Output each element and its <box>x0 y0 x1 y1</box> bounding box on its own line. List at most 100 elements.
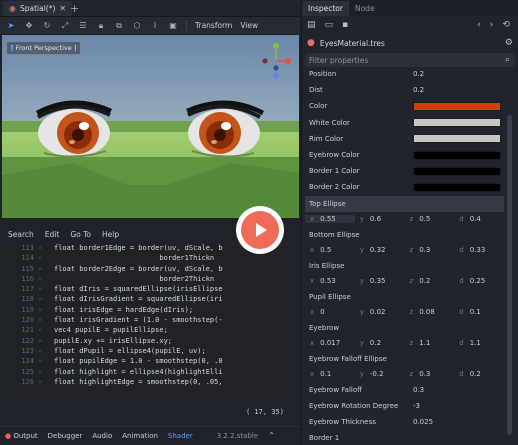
move-tool-icon[interactable]: ✥ <box>24 21 34 31</box>
property-value[interactable]: 0.2 <box>409 70 504 78</box>
open-folder-icon[interactable]: ▭ <box>325 21 334 30</box>
code-line[interactable]: 124 » float pupilEdge = 1.0 - smoothstep(0… <box>4 356 298 366</box>
vector-component-z[interactable]: z 0.2 <box>405 277 455 285</box>
vector-component-d[interactable]: d 0.1 <box>454 308 504 316</box>
vector-component-x[interactable]: x0 <box>305 308 355 316</box>
menu-search[interactable]: Search <box>8 230 34 239</box>
tab-audio[interactable]: Audio <box>92 432 112 440</box>
snap-icon[interactable]: ⌇ <box>150 21 160 31</box>
lock-icon[interactable]: 🔒︎ <box>96 21 106 31</box>
group-icon[interactable]: ⧉ <box>114 21 124 31</box>
color-property-row[interactable]: White Color <box>305 115 504 131</box>
vector-component-d[interactable]: d 0.2 <box>454 370 504 378</box>
color-property-row[interactable]: Eyebrow Color <box>305 147 504 163</box>
expand-panel-icon[interactable]: ⌃ <box>268 432 275 440</box>
property-value[interactable]: 0.3 <box>409 386 504 394</box>
code-line[interactable]: 114 » border1Thickn <box>4 253 298 263</box>
vector-component-y[interactable]: y 0.6 <box>355 215 405 223</box>
vector-component-z[interactable]: z 0.08 <box>405 308 455 316</box>
color-swatch[interactable] <box>413 166 501 176</box>
vector-property-name[interactable]: Bottom Ellipse <box>305 227 504 243</box>
code-line[interactable]: 116 » border2Thickn <box>4 274 298 284</box>
camera-icon[interactable]: ▣ <box>168 21 178 31</box>
vector-component-y[interactable]: y 0.02 <box>355 308 405 316</box>
new-resource-icon[interactable]: ▤ <box>307 21 316 30</box>
vector-component-x[interactable]: x 0.55 <box>305 215 355 224</box>
vector-component-y[interactable]: y 0.35 <box>355 277 405 285</box>
color-swatch[interactable] <box>413 101 501 111</box>
video-play-button[interactable] <box>236 206 284 254</box>
property-row[interactable]: Dist 0.2 <box>305 82 504 98</box>
color-property-row[interactable]: Border 1 Color <box>305 163 504 179</box>
transform-menu[interactable]: Transform <box>195 21 232 30</box>
vector-component-x[interactable]: x 0.53 <box>305 277 355 285</box>
shader-code-editor[interactable]: 113 » float border1Edge = border(uv, dScal… <box>4 243 298 405</box>
save-icon[interactable]: ▪ <box>342 21 348 30</box>
code-line[interactable]: 117 » float dIris = squaredEllipse(irisEll… <box>4 284 298 294</box>
vector-property-name[interactable]: Pupil Ellipse <box>305 289 504 305</box>
tab-shader[interactable]: Shader <box>168 432 193 440</box>
color-property-row[interactable]: Rim Color <box>305 131 504 147</box>
vector-component-d[interactable]: d 1.1 <box>454 339 504 347</box>
filter-properties-input[interactable]: Filter properties ⌕ <box>305 53 515 67</box>
property-row[interactable]: Eyebrow Falloff 0.3 <box>305 382 504 398</box>
add-tab-icon[interactable]: + <box>70 2 79 15</box>
vector-property-name[interactable]: Iris Ellipse <box>305 258 504 274</box>
vector-component-z[interactable]: z 0.5 <box>405 215 455 223</box>
vector-component-y[interactable]: y 0.32 <box>355 246 405 254</box>
code-line[interactable]: 125 » float highlight = ellipse4(highlight… <box>4 367 298 377</box>
list-select-icon[interactable]: ☰ <box>78 21 88 31</box>
code-line[interactable]: 123 » float dPupil = ellipse4(pupilE, uv); <box>4 346 298 356</box>
vector-component-z[interactable]: z 1.1 <box>405 339 455 347</box>
tab-output[interactable]: ● Output <box>5 432 38 440</box>
viewport-perspective-label[interactable]: [ Front Perspective ] <box>6 41 82 55</box>
vector-property-name[interactable]: Eyebrow <box>305 320 504 336</box>
vector-component-x[interactable]: x 0.017 <box>305 339 355 347</box>
code-line[interactable]: 118 » float dIrisGradient = squaredEllipse… <box>4 294 298 304</box>
code-line[interactable]: 119 » float irisEdge = hardEdge(dIris); <box>4 305 298 315</box>
tab-debugger[interactable]: Debugger <box>48 432 83 440</box>
code-line[interactable]: 121 » vec4 pupilE = pupilEllipse; <box>4 325 298 335</box>
vector-component-d[interactable]: d 0.25 <box>454 277 504 285</box>
tab-node[interactable]: Node <box>349 1 381 16</box>
3d-viewport[interactable]: [ Front Perspective ] <box>2 35 299 218</box>
close-icon[interactable]: ✕ <box>59 4 66 13</box>
orientation-gizmo[interactable] <box>260 41 292 83</box>
tab-animation[interactable]: Animation <box>122 432 158 440</box>
color-property-row[interactable]: Border 2 Color <box>305 179 504 195</box>
color-swatch[interactable] <box>413 182 501 192</box>
property-row[interactable]: Eyebrow Thickness 0.025 <box>305 414 504 430</box>
rotate-tool-icon[interactable]: ↻ <box>42 21 52 31</box>
tab-inspector[interactable]: Inspector <box>302 1 349 16</box>
vector-property-name[interactable]: Eyebrow Falloff Ellipse <box>305 351 504 367</box>
vector-component-y[interactable]: y -0.2 <box>355 370 405 378</box>
inspector-scrollbar[interactable] <box>507 115 512 435</box>
local-space-icon[interactable]: ⬡ <box>132 21 142 31</box>
menu-edit[interactable]: Edit <box>45 230 60 239</box>
vector-component-y[interactable]: y 0.2 <box>355 339 405 347</box>
color-swatch[interactable] <box>413 118 501 128</box>
vector-component-d[interactable]: d 0.4 <box>454 215 504 223</box>
property-value[interactable]: 0.2 <box>409 86 504 94</box>
resource-path[interactable]: ● EyesMaterial.tres ⚙ <box>302 36 518 51</box>
tab-spatial[interactable]: ◉ Spatial(*) ✕ <box>3 1 73 16</box>
menu-goto[interactable]: Go To <box>70 230 91 239</box>
color-property-row[interactable]: Color <box>305 98 504 114</box>
select-tool-icon[interactable]: ➤ <box>6 21 16 31</box>
color-swatch[interactable] <box>413 134 501 144</box>
vector-component-x[interactable]: x 0.1 <box>305 370 355 378</box>
vector-component-x[interactable]: x 0.5 <box>305 246 355 254</box>
code-line[interactable]: 115 » float border2Edge = border(uv, dScal… <box>4 264 298 274</box>
property-row[interactable]: Position 0.2 <box>305 66 504 82</box>
code-line[interactable]: 120 » float irisGradient = (1.0 - smoothst… <box>4 315 298 325</box>
property-value[interactable]: 0.025 <box>409 418 504 426</box>
object-properties-icon[interactable]: ⚙ <box>505 39 513 48</box>
property-value[interactable]: -3 <box>409 402 504 410</box>
vector-component-d[interactable]: d 0.33 <box>454 246 504 254</box>
color-swatch[interactable] <box>413 150 501 160</box>
view-menu[interactable]: View <box>240 21 258 30</box>
code-line[interactable]: 122 » pupilE.xy += irisEllipse.xy; <box>4 336 298 346</box>
vector-property-name[interactable]: Top Ellipse <box>305 195 504 212</box>
history-icon[interactable]: ⟲ <box>502 21 510 30</box>
vector-component-z[interactable]: z 0.3 <box>405 370 455 378</box>
